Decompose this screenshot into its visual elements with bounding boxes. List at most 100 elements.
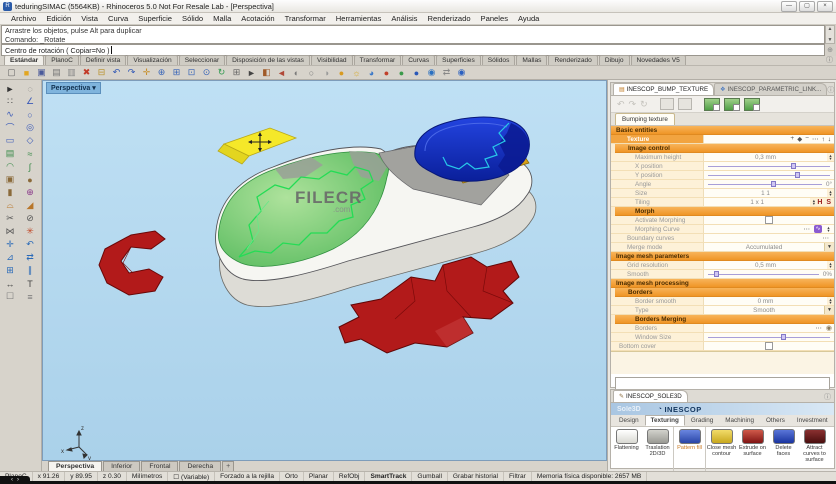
- texture-control-icon[interactable]: +: [790, 135, 794, 143]
- viewport-tab[interactable]: Derecha: [179, 461, 221, 471]
- red-pattern-shape-left[interactable]: [99, 231, 165, 295]
- menu-item[interactable]: Malla: [208, 14, 236, 23]
- side-toolbar-icon[interactable]: ⌓: [0, 199, 20, 212]
- toolbar-icon[interactable]: ○: [304, 66, 319, 79]
- y-position-slider[interactable]: [708, 171, 830, 179]
- section-morph[interactable]: Morph: [615, 207, 834, 216]
- side-toolbar-icon[interactable]: ⊘: [20, 212, 40, 225]
- toolbar-tab[interactable]: Visualización: [127, 55, 177, 65]
- toolbar-tab[interactable]: PlanoC: [45, 55, 79, 65]
- spinner-icon[interactable]: ▴▾: [827, 297, 834, 305]
- toolbar-icon[interactable]: ▣: [34, 66, 49, 79]
- menu-item[interactable]: Análisis: [386, 14, 422, 23]
- menu-item[interactable]: Curva: [103, 14, 133, 23]
- panel-info-icon[interactable]: ⓘ: [827, 85, 834, 95]
- status-item[interactable]: Grabar historial: [448, 472, 504, 481]
- angle-slider[interactable]: [708, 180, 822, 188]
- window-control-button[interactable]: —: [781, 1, 797, 12]
- status-item[interactable]: x 91.26: [33, 472, 66, 481]
- ribbon-button[interactable]: Traslation 2D/3D: [642, 427, 673, 471]
- toolbar-tab[interactable]: Disposición de las vistas: [226, 55, 310, 65]
- smooth-slider[interactable]: [708, 270, 819, 278]
- toolbar-icon[interactable]: ☼: [349, 66, 364, 79]
- side-toolbar-icon[interactable]: ●: [20, 173, 40, 186]
- side-toolbar-icon[interactable]: ▮: [0, 186, 20, 199]
- preview-icon[interactable]: [660, 98, 674, 110]
- menu-item[interactable]: Herramientas: [331, 14, 387, 23]
- side-toolbar-icon[interactable]: ∫: [20, 160, 40, 173]
- texture-move-icon[interactable]: ↓: [828, 136, 831, 143]
- toolbar-icon[interactable]: ⇄: [439, 66, 454, 79]
- command-history[interactable]: Arrastre los objetos, pulse Alt para dup…: [1, 25, 825, 44]
- section-basic-entities[interactable]: Basic entities: [611, 126, 834, 135]
- viewport-tab[interactable]: Frontal: [141, 461, 178, 471]
- curve-picker-icon[interactable]: ∿: [814, 225, 822, 233]
- toolbar-icon[interactable]: ◐: [289, 66, 304, 79]
- spinner-icon[interactable]: ▴▾: [827, 153, 834, 161]
- status-item[interactable]: Milímetros: [127, 472, 168, 481]
- toolbar-icon[interactable]: ⊟: [94, 66, 109, 79]
- scroll-up-icon[interactable]: ▲: [828, 26, 833, 32]
- heel-cup-blue[interactable]: [415, 117, 530, 181]
- status-item[interactable]: Forzado a la rejilla: [215, 472, 280, 481]
- ribbon-tab[interactable]: Machining: [719, 415, 760, 426]
- toolbar-icon[interactable]: ⊞: [229, 66, 244, 79]
- menu-item[interactable]: Acotación: [236, 14, 279, 23]
- ribbon-tab[interactable]: Texturing: [645, 415, 685, 426]
- side-toolbar-icon[interactable]: ≈: [20, 147, 40, 160]
- browse-icon[interactable]: ⋯: [823, 234, 831, 242]
- side-toolbar-icon[interactable]: ✳: [20, 225, 40, 238]
- side-toolbar-icon[interactable]: ◇: [20, 134, 40, 147]
- compare-icon[interactable]: [678, 98, 692, 110]
- texture-move-icon[interactable]: ↑: [822, 136, 825, 143]
- side-toolbar-icon[interactable]: ⊿: [0, 251, 20, 264]
- toolbar-icon[interactable]: ✖: [79, 66, 94, 79]
- status-item[interactable]: ☐ (Variable): [168, 472, 215, 481]
- ribbon-tab[interactable]: Investment: [791, 415, 834, 426]
- menu-item[interactable]: Paneles: [476, 14, 513, 23]
- undo-icon[interactable]: ↶: [617, 99, 625, 110]
- texture-control-icon[interactable]: ◆: [797, 135, 802, 143]
- side-toolbar-icon[interactable]: ⋈: [0, 225, 20, 238]
- viewport-tab[interactable]: Inferior: [103, 461, 140, 471]
- viewport-tab[interactable]: Perspectiva: [48, 461, 102, 471]
- next-icon[interactable]: ›: [17, 477, 19, 483]
- toolbar-tab[interactable]: Curvas: [402, 55, 435, 65]
- ribbon-button[interactable]: Delete faces: [768, 427, 799, 471]
- side-toolbar-icon[interactable]: ✂: [0, 212, 20, 225]
- window-size-slider[interactable]: [708, 333, 830, 341]
- toolbar-tab[interactable]: Estándar: [4, 55, 44, 65]
- side-toolbar-icon[interactable]: ▤: [0, 147, 20, 160]
- toolbar-icon[interactable]: ⊞: [169, 66, 184, 79]
- tab-inescop-parametric-link[interactable]: ❖ INESCOP_PARAMETRIC_LINK...: [714, 83, 827, 95]
- side-toolbar-icon[interactable]: ≡: [20, 290, 40, 303]
- spinner-icon[interactable]: ▴▾: [810, 198, 817, 206]
- toolbar-tab[interactable]: Seleccionar: [179, 55, 225, 65]
- toolbar-icon[interactable]: ◉: [424, 66, 439, 79]
- dropdown-arrow-icon[interactable]: ▼: [824, 243, 834, 251]
- toolbar-icon[interactable]: ▢: [4, 66, 19, 79]
- toolbar-tab[interactable]: Sólidos: [482, 55, 516, 65]
- status-item[interactable]: Planar: [304, 472, 334, 481]
- toolbar-icon[interactable]: ↻: [214, 66, 229, 79]
- status-item[interactable]: Orto: [280, 472, 304, 481]
- toolbar-icon[interactable]: ↶: [109, 66, 124, 79]
- apply-texture-image-icon[interactable]: [744, 98, 760, 111]
- activate-morphing-checkbox[interactable]: [765, 216, 773, 224]
- tab-bumping-texture[interactable]: Bumping texture: [615, 113, 675, 125]
- viewport-title[interactable]: Perspectiva ▾: [46, 82, 101, 94]
- toolbar-icon[interactable]: ●: [409, 66, 424, 79]
- scroll-down-icon[interactable]: ▼: [828, 37, 833, 43]
- toolbar-icon[interactable]: ⊕: [154, 66, 169, 79]
- toolbar-tab[interactable]: Transformar: [354, 55, 402, 65]
- section-borders[interactable]: Borders: [615, 288, 834, 297]
- menu-item[interactable]: Sólido: [177, 14, 208, 23]
- redo-icon[interactable]: ↷: [629, 99, 637, 110]
- status-item[interactable]: y 89.95: [65, 472, 98, 481]
- bottom-cover-checkbox[interactable]: [765, 342, 773, 350]
- status-item[interactable]: Memoria física disponible: 2657 MB: [532, 472, 647, 481]
- command-history-scrollbar[interactable]: ▲ ▼: [825, 25, 835, 44]
- browse-icon[interactable]: ⋯: [804, 225, 812, 233]
- yellow-plane-marker[interactable]: [218, 128, 296, 164]
- side-toolbar-icon[interactable]: ⊕: [20, 186, 40, 199]
